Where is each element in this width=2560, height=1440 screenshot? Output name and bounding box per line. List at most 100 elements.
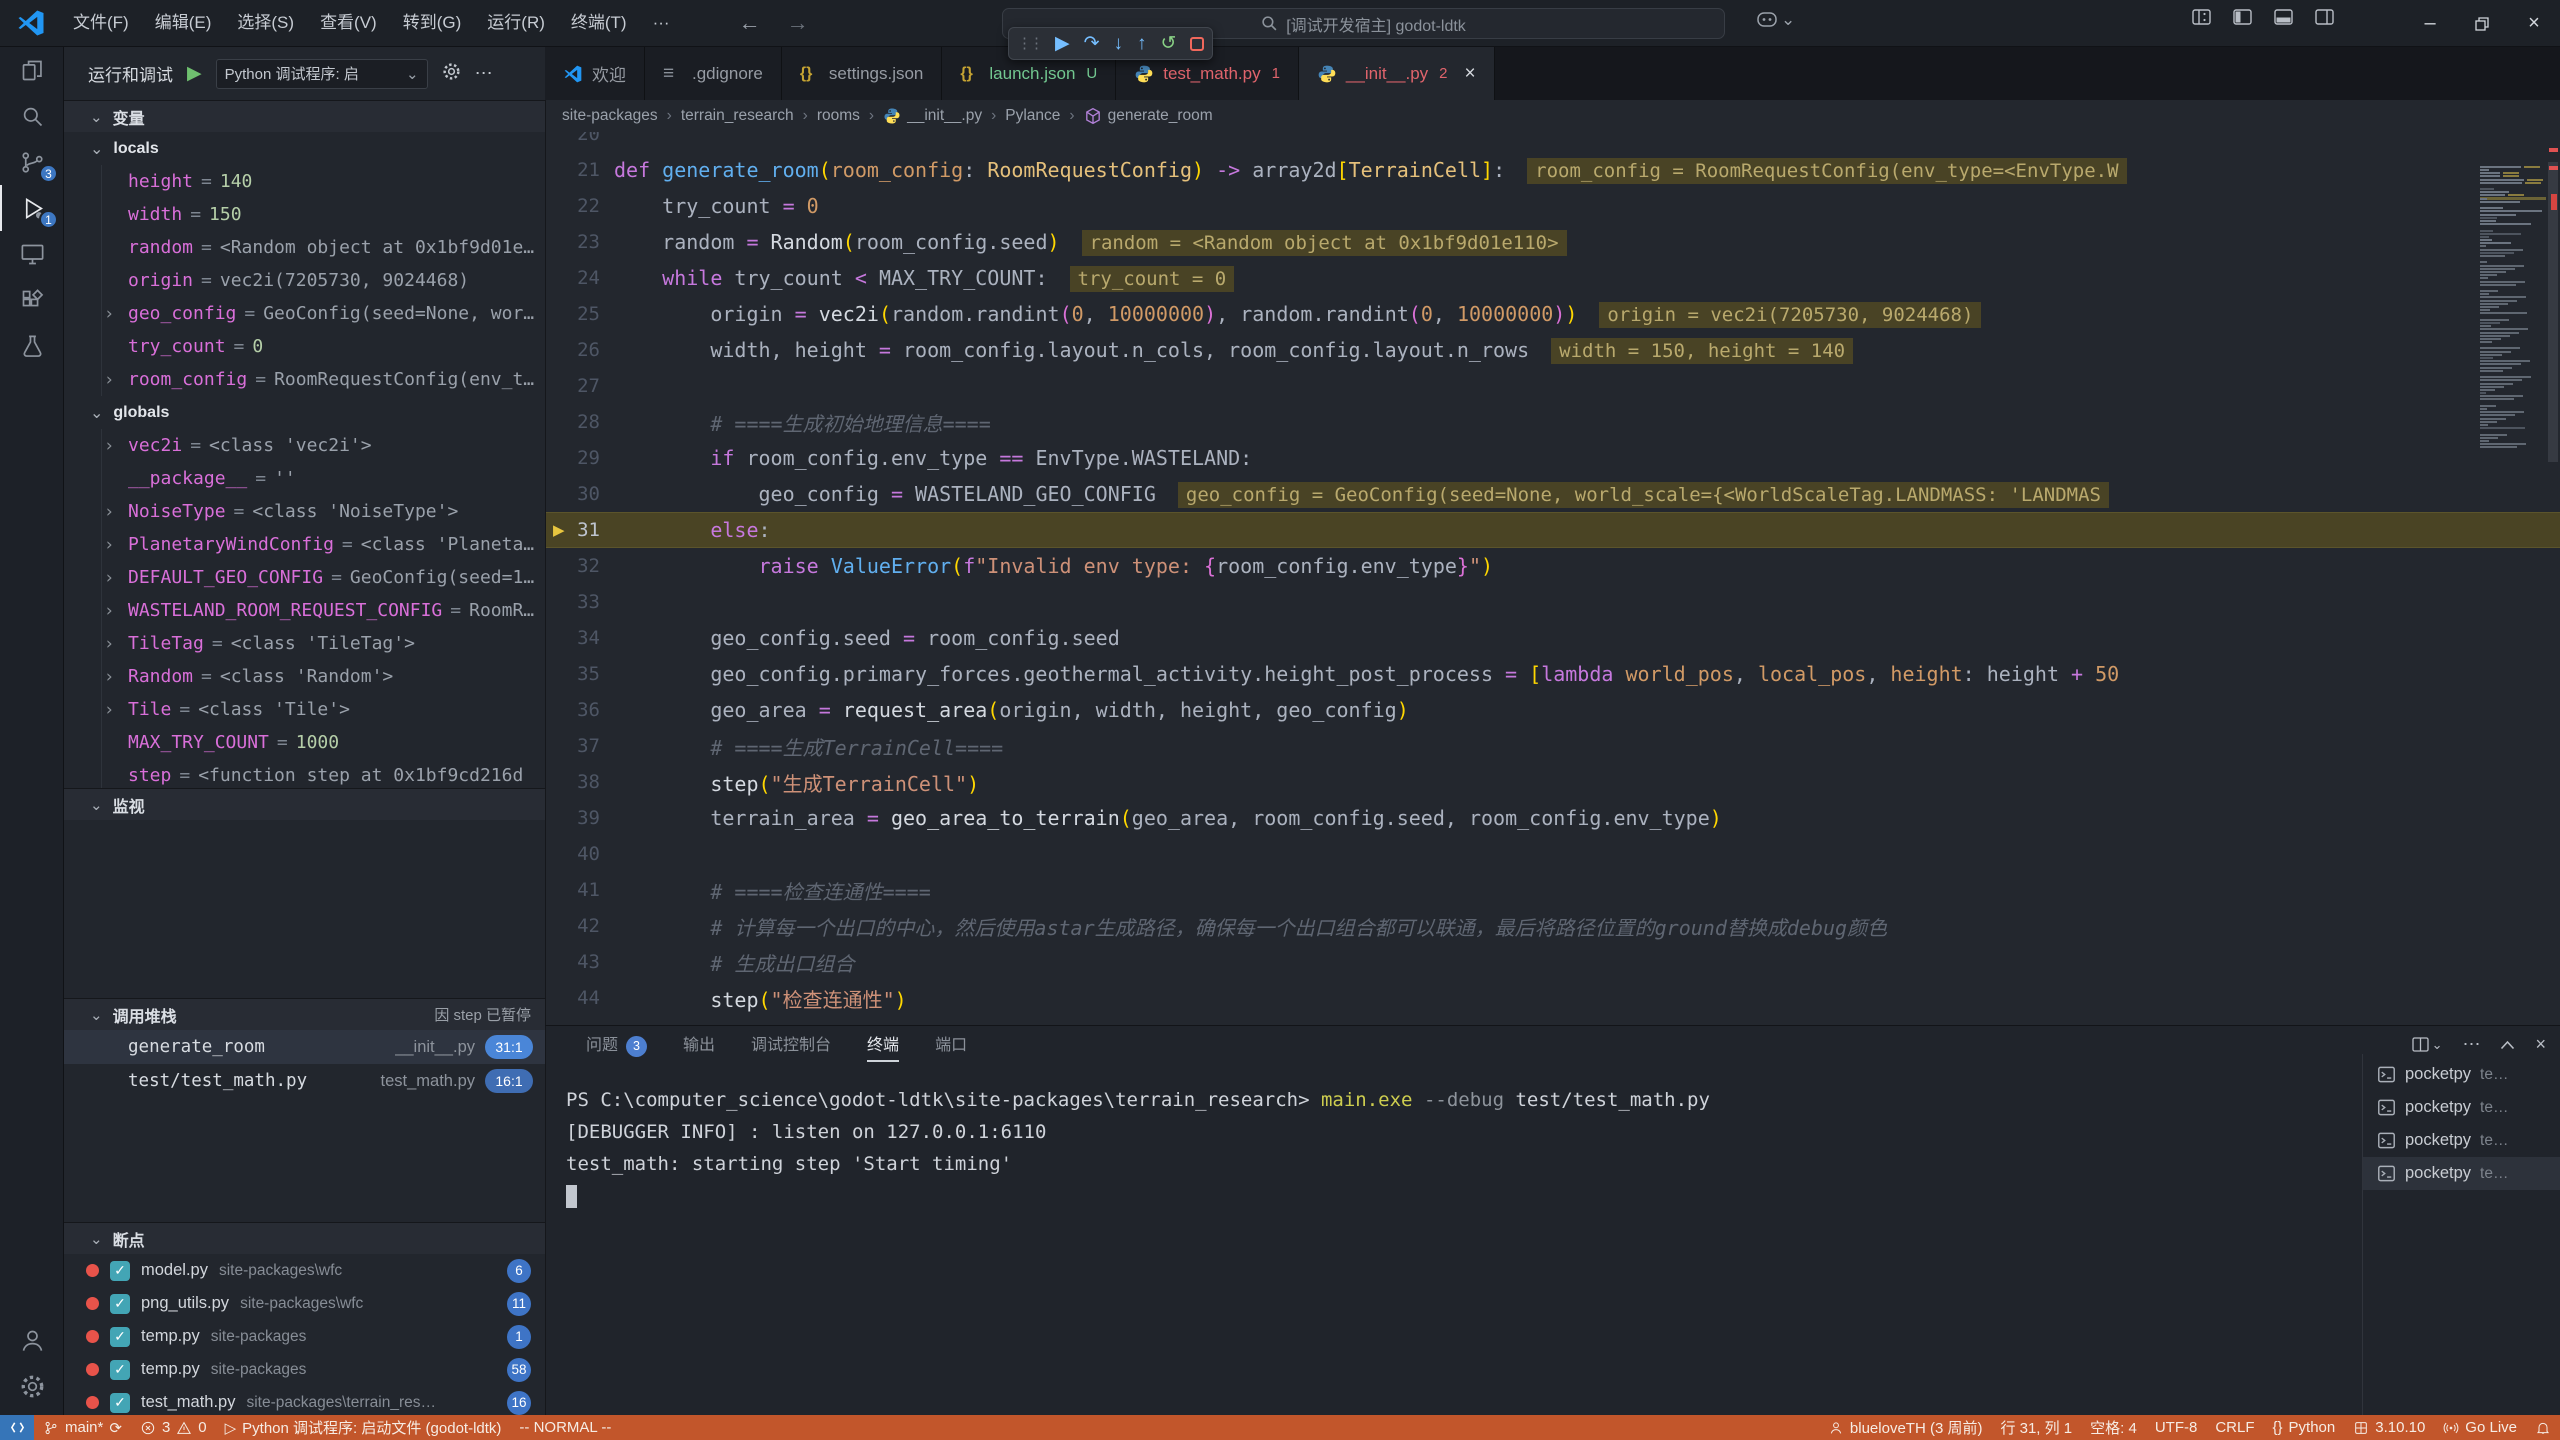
eol-status[interactable]: CRLF bbox=[2206, 1415, 2263, 1440]
toggle-panel-icon[interactable] bbox=[2274, 9, 2293, 25]
chevron-right-icon[interactable]: › bbox=[104, 502, 114, 522]
line-number[interactable]: 30 bbox=[546, 483, 600, 505]
toggle-sidebar-icon[interactable] bbox=[2233, 9, 2252, 25]
chevron-right-icon[interactable]: › bbox=[104, 436, 114, 456]
line-number[interactable]: 26 bbox=[546, 339, 600, 361]
more-actions-icon[interactable]: ⋯ bbox=[475, 63, 493, 84]
chevron-right-icon[interactable]: › bbox=[104, 700, 114, 720]
menu-item-1[interactable]: 编辑(E) bbox=[142, 7, 225, 39]
indentation-status[interactable]: 空格: 4 bbox=[2081, 1415, 2146, 1440]
panel-tab-终端[interactable]: 终端 bbox=[867, 1026, 899, 1066]
more-actions-icon[interactable]: ⋯ bbox=[2462, 1034, 2480, 1055]
menu-item-6[interactable]: 终端(T) bbox=[558, 7, 640, 39]
breakpoint-row[interactable]: ✓model.pysite-packages\wfc6 bbox=[64, 1254, 545, 1287]
variables-scope-locals[interactable]: ⌄locals bbox=[64, 132, 545, 165]
debug-start-icon[interactable]: ▶ bbox=[187, 62, 202, 85]
chevron-right-icon[interactable]: › bbox=[104, 370, 114, 390]
variable-row[interactable]: origin=vec2i(7205730, 9024468) bbox=[64, 264, 545, 297]
variables-section-header[interactable]: ⌄ 变量 bbox=[64, 100, 545, 132]
chevron-right-icon[interactable]: › bbox=[104, 667, 114, 687]
extensions-icon[interactable] bbox=[0, 277, 64, 323]
chevron-right-icon[interactable]: › bbox=[104, 634, 114, 654]
language-mode-status[interactable]: {} Python bbox=[2264, 1415, 2345, 1440]
chevron-right-icon[interactable]: › bbox=[104, 304, 114, 324]
breadcrumb-item[interactable]: terrain_research bbox=[681, 107, 794, 125]
variable-row[interactable]: ›TileTag=<class 'TileTag'> bbox=[64, 627, 545, 660]
remote-explorer-icon[interactable] bbox=[0, 231, 64, 277]
gear-icon[interactable] bbox=[442, 62, 461, 86]
line-number[interactable]: 36 bbox=[546, 699, 600, 721]
breakpoints-section-header[interactable]: ⌄ 断点 bbox=[64, 1222, 545, 1254]
line-number[interactable]: 35 bbox=[546, 663, 600, 685]
line-number[interactable]: 27 bbox=[546, 375, 600, 397]
customize-layout-icon[interactable] bbox=[2192, 9, 2211, 25]
line-number[interactable]: 37 bbox=[546, 735, 600, 757]
breakpoint-row[interactable]: ✓test_math.pysite-packages\terrain_res…1… bbox=[64, 1386, 545, 1415]
chevron-right-icon[interactable]: › bbox=[104, 601, 114, 621]
close-panel-icon[interactable]: × bbox=[2535, 1034, 2546, 1055]
breadcrumb-item[interactable]: rooms bbox=[817, 107, 860, 125]
variable-row[interactable]: step=<function step at 0x1bf9cd216d bbox=[64, 759, 545, 788]
variable-row[interactable]: try_count=0 bbox=[64, 330, 545, 363]
line-number[interactable]: 38 bbox=[546, 771, 600, 793]
terminal-list-item[interactable]: pocketpyte… bbox=[2363, 1058, 2560, 1091]
terminal-list-item[interactable]: pocketpyte… bbox=[2363, 1124, 2560, 1157]
menu-item-5[interactable]: 运行(R) bbox=[474, 7, 558, 39]
variable-row[interactable]: ›room_config=RoomRequestConfig(env_t… bbox=[64, 363, 545, 396]
breadcrumb-item[interactable]: Pylance bbox=[1005, 107, 1060, 125]
panel-tab-端口[interactable]: 端口 bbox=[935, 1026, 967, 1066]
line-number[interactable]: 28 bbox=[546, 411, 600, 433]
debug-stop-icon[interactable] bbox=[1190, 37, 1204, 51]
callstack-frame[interactable]: generate_room__init__.py31:1 bbox=[64, 1030, 545, 1064]
line-number[interactable]: 33 bbox=[546, 591, 600, 613]
line-number[interactable]: 42 bbox=[546, 915, 600, 937]
forward-arrow-icon[interactable]: → bbox=[787, 10, 809, 36]
variable-row[interactable]: ›Random=<class 'Random'> bbox=[64, 660, 545, 693]
variable-row[interactable]: __package__='' bbox=[64, 462, 545, 495]
variable-row[interactable]: ›DEFAULT_GEO_CONFIG=GeoConfig(seed=1… bbox=[64, 561, 545, 594]
variable-row[interactable]: random=<Random object at 0x1bf9d01e… bbox=[64, 231, 545, 264]
line-number[interactable]: 41 bbox=[546, 879, 600, 901]
vim-mode-status[interactable]: -- NORMAL -- bbox=[510, 1415, 620, 1440]
editor-tab-settings.json[interactable]: {}settings.json bbox=[782, 47, 943, 100]
menu-item-0[interactable]: 文件(F) bbox=[60, 7, 142, 39]
watch-section-header[interactable]: ⌄ 监视 bbox=[64, 788, 545, 820]
editor-tab--[interactable]: 欢迎 bbox=[545, 47, 645, 100]
breadcrumb-item[interactable]: generate_room bbox=[1084, 107, 1213, 125]
git-blame-status[interactable]: blueloveTH (3 周前) bbox=[1819, 1415, 1992, 1440]
editor-scrollbar[interactable] bbox=[2546, 132, 2560, 1025]
line-number[interactable]: 43 bbox=[546, 951, 600, 973]
breakpoint-row[interactable]: ✓png_utils.pysite-packages\wfc11 bbox=[64, 1287, 545, 1320]
breakpoint-checkbox[interactable]: ✓ bbox=[110, 1294, 130, 1314]
panel-tab-调试控制台[interactable]: 调试控制台 bbox=[751, 1026, 831, 1066]
terminal-split-icon[interactable]: ⌄ bbox=[2412, 1037, 2443, 1053]
debug-session-status[interactable]: ▷ Python 调试程序: 启动文件 (godot-ldtk) bbox=[216, 1415, 511, 1440]
callstack-frame[interactable]: test/test_math.pytest_math.py16:1 bbox=[64, 1064, 545, 1098]
line-number[interactable]: 29 bbox=[546, 447, 600, 469]
copilot-menu[interactable]: ⌄ bbox=[1757, 10, 1795, 30]
breakpoint-row[interactable]: ✓temp.pysite-packages1 bbox=[64, 1320, 545, 1353]
debug-step-out-icon[interactable]: ↑ bbox=[1137, 34, 1147, 53]
line-number[interactable]: 22 bbox=[546, 195, 600, 217]
debug-continue-icon[interactable]: ▶ bbox=[1055, 34, 1070, 53]
menu-item-7[interactable]: ··· bbox=[640, 7, 683, 39]
line-number[interactable]: 23 bbox=[546, 231, 600, 253]
cursor-position-status[interactable]: 行 31, 列 1 bbox=[1991, 1415, 2081, 1440]
breadcrumb-item[interactable]: site-packages bbox=[562, 107, 658, 125]
line-number[interactable]: 44 bbox=[546, 987, 600, 1009]
search-icon[interactable] bbox=[0, 93, 64, 139]
panel-tab-输出[interactable]: 输出 bbox=[683, 1026, 715, 1066]
encoding-status[interactable]: UTF-8 bbox=[2146, 1415, 2207, 1440]
explorer-icon[interactable] bbox=[0, 47, 64, 93]
line-number[interactable]: 39 bbox=[546, 807, 600, 829]
line-number[interactable]: 24 bbox=[546, 267, 600, 289]
debug-step-into-icon[interactable]: ↓ bbox=[1114, 34, 1124, 53]
line-number[interactable]: 34 bbox=[546, 627, 600, 649]
maximize-panel-icon[interactable] bbox=[2500, 1034, 2515, 1055]
variable-row[interactable]: MAX_TRY_COUNT=1000 bbox=[64, 726, 545, 759]
problems-status[interactable]: 3 0 bbox=[131, 1415, 216, 1440]
chevron-right-icon[interactable]: › bbox=[104, 568, 114, 588]
line-number[interactable]: 40 bbox=[546, 843, 600, 865]
settings-gear-icon[interactable] bbox=[0, 1363, 64, 1409]
terminal-list-item[interactable]: pocketpyte… bbox=[2363, 1157, 2560, 1190]
